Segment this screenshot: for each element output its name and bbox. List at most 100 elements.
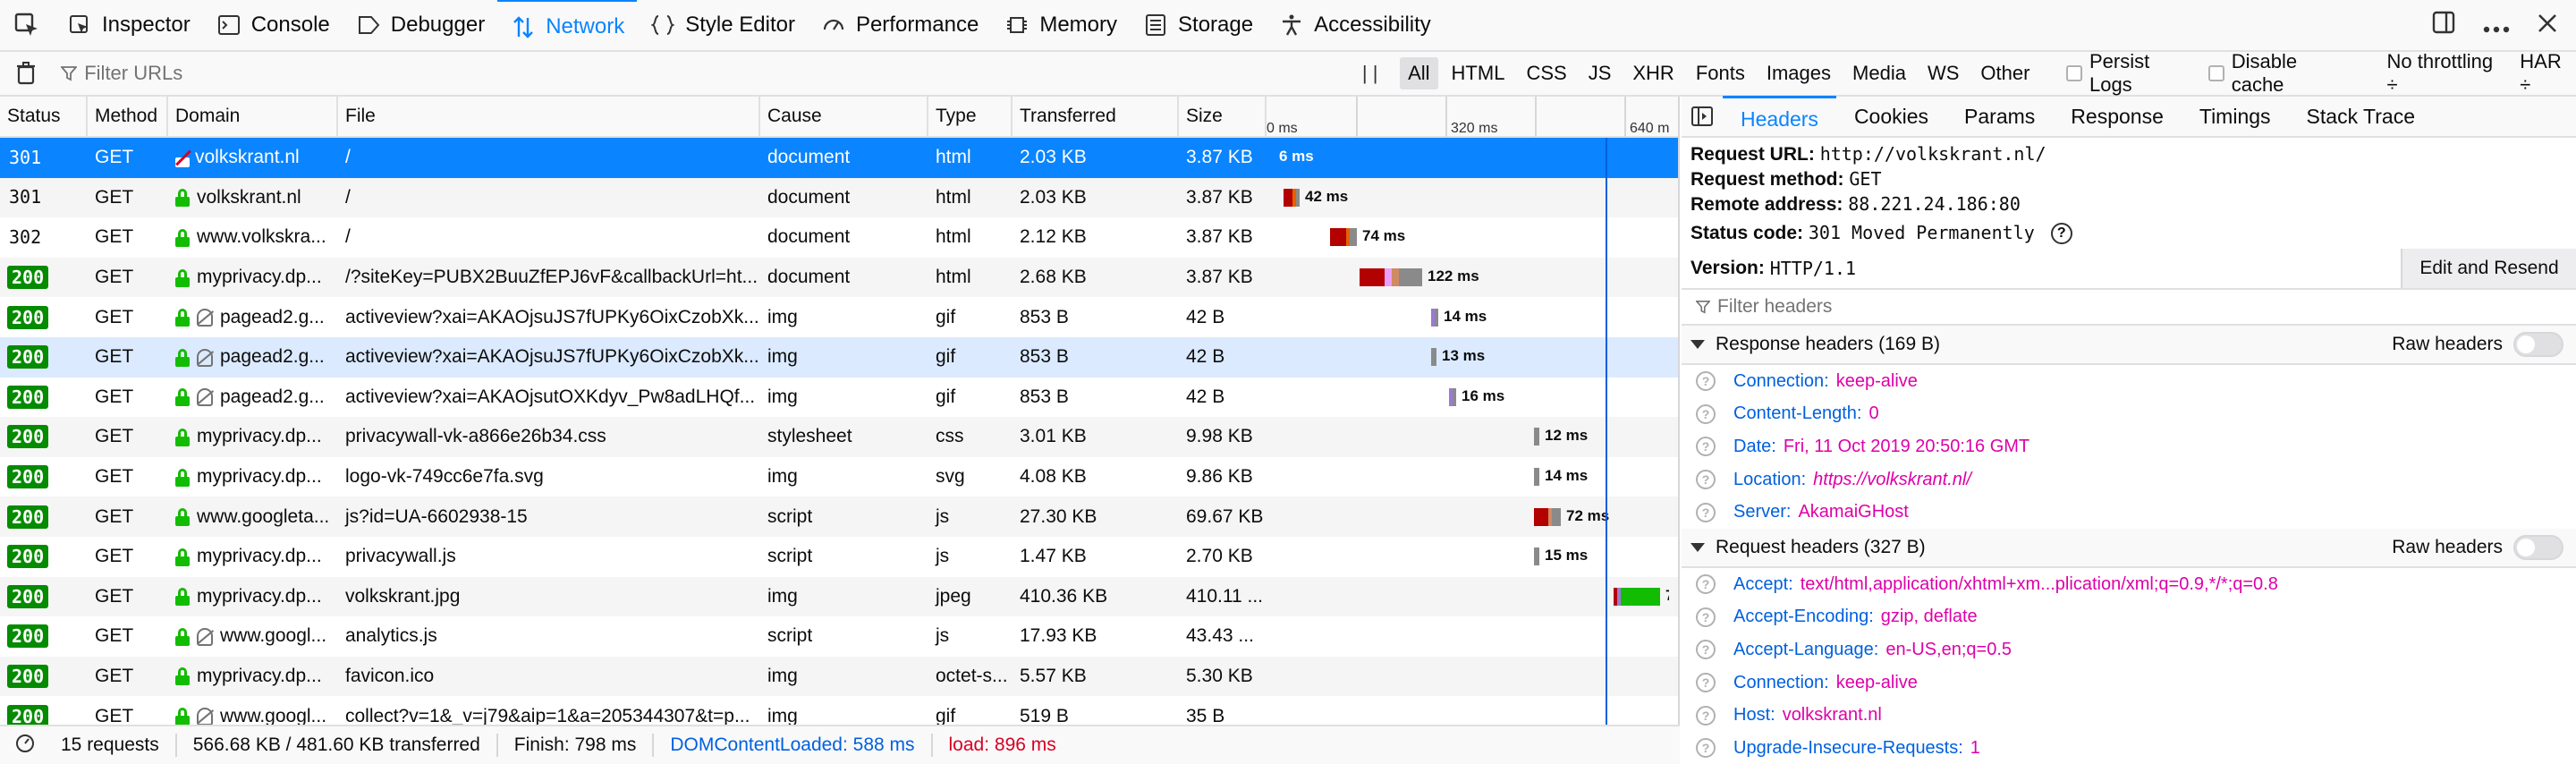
filter-type-other[interactable]: Other: [1972, 57, 2038, 89]
table-row[interactable]: 301 GET volkskrant.nl / document html 2.03 KB 3…: [0, 138, 1678, 178]
header-row[interactable]: ? Content-Length: 0: [1682, 398, 2576, 431]
table-row[interactable]: 200 GET myprivacy.dp... logo-vk-749cc6e7fa.…: [0, 457, 1678, 497]
header-row[interactable]: ? Accept-Encoding: gzip, deflate: [1682, 601, 2576, 634]
column-transferred[interactable]: Transferred: [1013, 97, 1179, 137]
details-tab-stack-trace[interactable]: Stack Trace: [2289, 96, 2433, 137]
table-row[interactable]: 200 GET pagead2.g... activeview?xai=AKAOjsu…: [0, 336, 1678, 378]
table-row[interactable]: 302 GET www.volkskra... / document html 2.12 K…: [0, 217, 1678, 258]
raw-headers-toggle[interactable]: [2513, 332, 2563, 357]
table-row[interactable]: 200 GET pagead2.g... activeview?xai=AKAOjsu…: [0, 378, 1678, 418]
toggle-panel-icon[interactable]: [1682, 106, 1723, 126]
request-headers-section[interactable]: Request headers (327 B) Raw headers: [1682, 528, 2576, 568]
type-cell: js: [936, 505, 950, 527]
tab-accessibility[interactable]: Accessibility: [1266, 0, 1444, 51]
header-help-icon[interactable]: ?: [1696, 437, 1716, 457]
header-help-icon[interactable]: ?: [1696, 371, 1716, 392]
column-size[interactable]: Size: [1179, 97, 1267, 137]
filter-type-media[interactable]: Media: [1844, 57, 1914, 89]
header-help-icon[interactable]: ?: [1696, 403, 1716, 424]
tab-inspector[interactable]: Inspector: [54, 0, 203, 51]
header-help-icon[interactable]: ?: [1696, 705, 1716, 726]
column-cause[interactable]: Cause: [760, 97, 928, 137]
header-name: Location:: [1733, 469, 1807, 489]
tab-memory[interactable]: Memory: [991, 0, 1130, 51]
filter-type-html[interactable]: HTML: [1444, 57, 1513, 89]
table-row[interactable]: 200 GET pagead2.g... activeview?xai=AKAOjsu…: [0, 297, 1678, 337]
transferred-cell: 2.68 KB: [1020, 267, 1087, 288]
header-row[interactable]: ? Host: volkskrant.nl: [1682, 699, 2576, 732]
filter-headers-input[interactable]: Filter headers: [1682, 290, 2576, 326]
header-row[interactable]: ? Accept-Language: en-US,en;q=0.5: [1682, 633, 2576, 666]
column-type[interactable]: Type: [928, 97, 1013, 137]
table-row[interactable]: 200 GET myprivacy.dp... favicon.ico img octet…: [0, 656, 1678, 697]
header-help-icon[interactable]: ?: [1696, 738, 1716, 759]
element-picker-icon[interactable]: [0, 0, 54, 51]
header-help-icon[interactable]: ?: [1696, 574, 1716, 595]
tab-performance[interactable]: Performance: [808, 0, 991, 51]
header-help-icon[interactable]: ?: [1696, 673, 1716, 693]
close-icon[interactable]: [2537, 11, 2558, 41]
dock-icon[interactable]: [2431, 10, 2456, 42]
header-help-icon[interactable]: ?: [1696, 502, 1716, 522]
details-tab-response[interactable]: Response: [2053, 96, 2182, 137]
status-cell: 200: [0, 704, 88, 725]
cause-cell: document: [767, 267, 851, 288]
details-tab-timings[interactable]: Timings: [2182, 96, 2289, 137]
details-tab-headers[interactable]: Headers: [1723, 96, 1836, 137]
tab-debugger[interactable]: Debugger: [343, 0, 497, 51]
header-row[interactable]: ? Connection: keep-alive: [1682, 666, 2576, 700]
pause-icon[interactable]: | |: [1352, 62, 1387, 85]
filter-type-images[interactable]: Images: [1758, 57, 1839, 89]
tab-network[interactable]: Network: [497, 0, 638, 51]
table-row[interactable]: 200 GET www.googleta... js?id=UA-6602938-15…: [0, 497, 1678, 537]
filter-type-css[interactable]: CSS: [1518, 57, 1574, 89]
table-row[interactable]: 200 GET myprivacy.dp... /?siteKey=PUBX2BuuZ…: [0, 257, 1678, 298]
throttling-select[interactable]: No throttling ÷: [2387, 50, 2506, 97]
disable-cache-checkbox[interactable]: Disable cache: [2208, 50, 2351, 97]
header-row[interactable]: ? Upgrade-Insecure-Requests: 1: [1682, 732, 2576, 764]
filter-type-xhr[interactable]: XHR: [1624, 57, 1682, 89]
tab-style-editor[interactable]: Style Editor: [637, 0, 808, 51]
header-row[interactable]: ? Accept: text/html,application/xhtml+xm..…: [1682, 568, 2576, 601]
header-row[interactable]: ? Location: https://volkskrant.nl/: [1682, 463, 2576, 497]
response-headers-section[interactable]: Response headers (169 B) Raw headers: [1682, 326, 2576, 365]
timing-segment: [1284, 188, 1292, 207]
persist-logs-checkbox[interactable]: Persist Logs: [2066, 50, 2194, 97]
filter-type-js[interactable]: JS: [1580, 57, 1620, 89]
column-file[interactable]: File: [338, 97, 760, 137]
raw-headers-toggle[interactable]: [2513, 534, 2563, 560]
more-options-icon[interactable]: [2483, 11, 2510, 41]
performance-icon[interactable]: [0, 732, 45, 759]
header-row[interactable]: ? Connection: keep-alive: [1682, 365, 2576, 398]
details-tab-cookies[interactable]: Cookies: [1836, 96, 1946, 137]
table-row[interactable]: 200 GET www.googl... collect?v=1&_v=j79&aip…: [0, 696, 1678, 725]
header-help-icon[interactable]: ?: [1696, 640, 1716, 660]
type-cell: jpeg: [936, 585, 971, 607]
waterfall-cell: 77 ms: [1267, 577, 1669, 616]
filter-type-ws[interactable]: WS: [1919, 57, 1967, 89]
column-domain[interactable]: Domain: [168, 97, 338, 137]
edit-and-resend-button[interactable]: Edit and Resend: [2401, 249, 2576, 288]
har-menu[interactable]: HAR ÷: [2520, 50, 2576, 97]
table-row[interactable]: 200 GET www.googl... analytics.js script js 17…: [0, 616, 1678, 657]
table-row[interactable]: 200 GET myprivacy.dp... privacywall.js scrip…: [0, 537, 1678, 577]
header-row[interactable]: ? Server: AkamaiGHost: [1682, 496, 2576, 529]
header-help-icon[interactable]: ?: [1696, 470, 1716, 490]
header-help-icon[interactable]: ?: [1696, 607, 1716, 627]
column-method[interactable]: Method: [88, 97, 168, 137]
column-status[interactable]: Status: [0, 97, 88, 137]
filter-type-all[interactable]: All: [1400, 57, 1438, 89]
table-row[interactable]: 301 GET volkskrant.nl / document html 2.03 KB 3…: [0, 177, 1678, 218]
header-row[interactable]: ? Date: Fri, 11 Oct 2019 20:50:16 GMT: [1682, 430, 2576, 463]
help-icon[interactable]: ?: [2050, 223, 2072, 245]
filter-urls-input[interactable]: Filter URLs: [52, 62, 1267, 85]
tab-console[interactable]: Console: [203, 0, 343, 51]
tab-storage[interactable]: Storage: [1130, 0, 1266, 51]
header-name: Host:: [1733, 705, 1775, 726]
details-tab-params[interactable]: Params: [1946, 96, 2053, 137]
table-row[interactable]: 200 GET myprivacy.dp... privacywall-vk-a866…: [0, 417, 1678, 457]
table-row[interactable]: 200 GET myprivacy.dp... volkskrant.jpg img jp…: [0, 576, 1678, 617]
clear-trash-icon[interactable]: [0, 62, 52, 85]
filter-type-fonts[interactable]: Fonts: [1688, 57, 1753, 89]
column-waterfall[interactable]: 0 ms 320 ms 640 ms: [1267, 97, 1669, 137]
